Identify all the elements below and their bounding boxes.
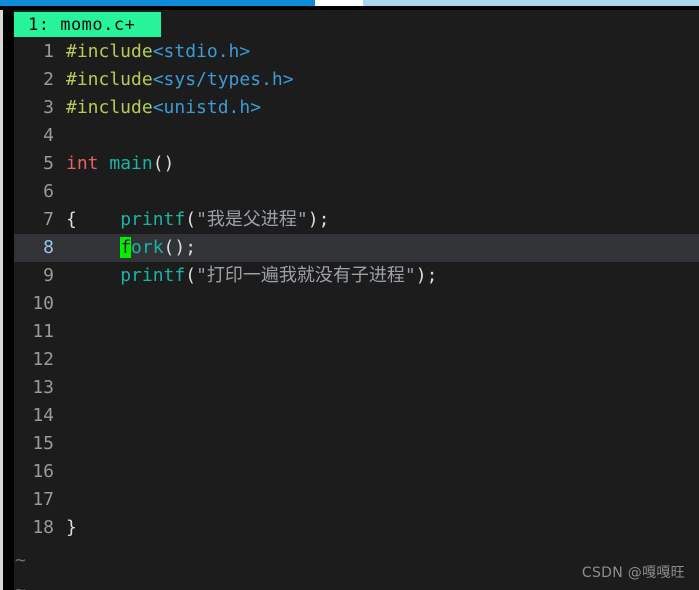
- line-number: 18: [32, 517, 54, 538]
- line-number: 15: [32, 433, 54, 454]
- code-line[interactable]: 1 #include<stdio.h>: [14, 38, 699, 66]
- line-number: 3: [43, 97, 54, 118]
- vim-editor-window: 1: momo.c+ 1 #include<stdio.h> 2 #include<s…: [0, 0, 699, 590]
- code-token: ork: [131, 237, 164, 258]
- code-token: #include: [66, 97, 153, 118]
- code-line[interactable]: 6: [14, 178, 699, 206]
- line-number: 17: [32, 489, 54, 510]
- code-line[interactable]: 8 fork();: [14, 234, 699, 262]
- line-number: 9: [43, 265, 54, 286]
- code-line[interactable]: 5 int main(): [14, 150, 699, 178]
- line-number: 7: [43, 209, 54, 230]
- code-text: #include<unistd.h>: [66, 94, 261, 122]
- code-line[interactable]: 3 #include<unistd.h>: [14, 94, 699, 122]
- tilde-marker: ~: [15, 550, 26, 571]
- line-number: 6: [43, 181, 54, 202]
- code-token: }: [66, 517, 77, 538]
- code-line[interactable]: 12: [14, 346, 699, 374]
- text-cursor: f: [120, 237, 132, 258]
- tilde-marker: ~: [15, 582, 26, 590]
- line-number: 14: [32, 405, 54, 426]
- code-token: );: [415, 265, 438, 286]
- code-token: (): [152, 153, 175, 174]
- code-text: printf("打印一遍我就没有子进程");: [66, 262, 437, 290]
- code-token: <sys/types.h>: [152, 69, 294, 90]
- watermark: CSDN @嘎嘎旺: [581, 565, 685, 581]
- line-number: 1: [43, 41, 54, 62]
- code-text: { printf("我是父进程");: [66, 206, 329, 234]
- code-line[interactable]: 15: [14, 430, 699, 458]
- tab-label: 1: momo.c+: [28, 14, 136, 35]
- code-token: "我是父进程": [196, 209, 308, 230]
- code-text: fork();: [66, 234, 196, 262]
- line-number: 8: [43, 237, 54, 258]
- line-number: 12: [32, 349, 54, 370]
- window-left-margin: [3, 10, 14, 590]
- code-token: #include: [66, 69, 153, 90]
- code-line[interactable]: 11: [14, 318, 699, 346]
- code-text: #include<stdio.h>: [66, 38, 250, 66]
- code-line[interactable]: 18}: [14, 514, 699, 542]
- tab-momo-c[interactable]: 1: momo.c+: [14, 12, 162, 37]
- tab-arrow-shape: [145, 12, 162, 36]
- code-token: (: [185, 209, 197, 230]
- code-line[interactable]: 14: [14, 402, 699, 430]
- code-line[interactable]: 17: [14, 486, 699, 514]
- code-token: #include: [66, 41, 153, 62]
- code-line[interactable]: 13: [14, 374, 699, 402]
- line-number: 11: [32, 321, 54, 342]
- code-token: <stdio.h>: [152, 41, 251, 62]
- line-number: 16: [32, 461, 54, 482]
- line-number: 2: [43, 69, 54, 90]
- code-line[interactable]: 10: [14, 290, 699, 318]
- code-token: (: [185, 265, 197, 286]
- code-token: <unistd.h>: [152, 97, 262, 118]
- line-number: 13: [32, 377, 54, 398]
- code-token: "打印一遍我就没有子进程": [196, 265, 416, 286]
- code-line[interactable]: 4: [14, 122, 699, 150]
- code-line[interactable]: 9 printf("打印一遍我就没有子进程");: [14, 262, 699, 290]
- tab-bar: 1: momo.c+: [14, 10, 699, 38]
- code-text: #include<sys/types.h>: [66, 66, 294, 94]
- line-number: 4: [43, 125, 54, 146]
- line-number: 10: [32, 293, 54, 314]
- code-line[interactable]: 16: [14, 458, 699, 486]
- code-token: printf: [120, 265, 186, 286]
- code-line[interactable]: 7 { printf("我是父进程");: [14, 206, 699, 234]
- code-editor[interactable]: 1 #include<stdio.h> 2 #include<sys/types.h>…: [14, 38, 699, 552]
- code-token: printf: [120, 209, 186, 230]
- code-line[interactable]: 2 #include<sys/types.h>: [14, 66, 699, 94]
- code-token: int: [66, 153, 99, 174]
- code-text: }: [66, 514, 77, 542]
- code-token: {: [66, 209, 77, 230]
- code-token: );: [307, 209, 330, 230]
- code-token: main: [109, 153, 153, 174]
- code-token: ();: [163, 237, 197, 258]
- line-number: 5: [43, 153, 54, 174]
- code-text: int main(): [66, 150, 174, 178]
